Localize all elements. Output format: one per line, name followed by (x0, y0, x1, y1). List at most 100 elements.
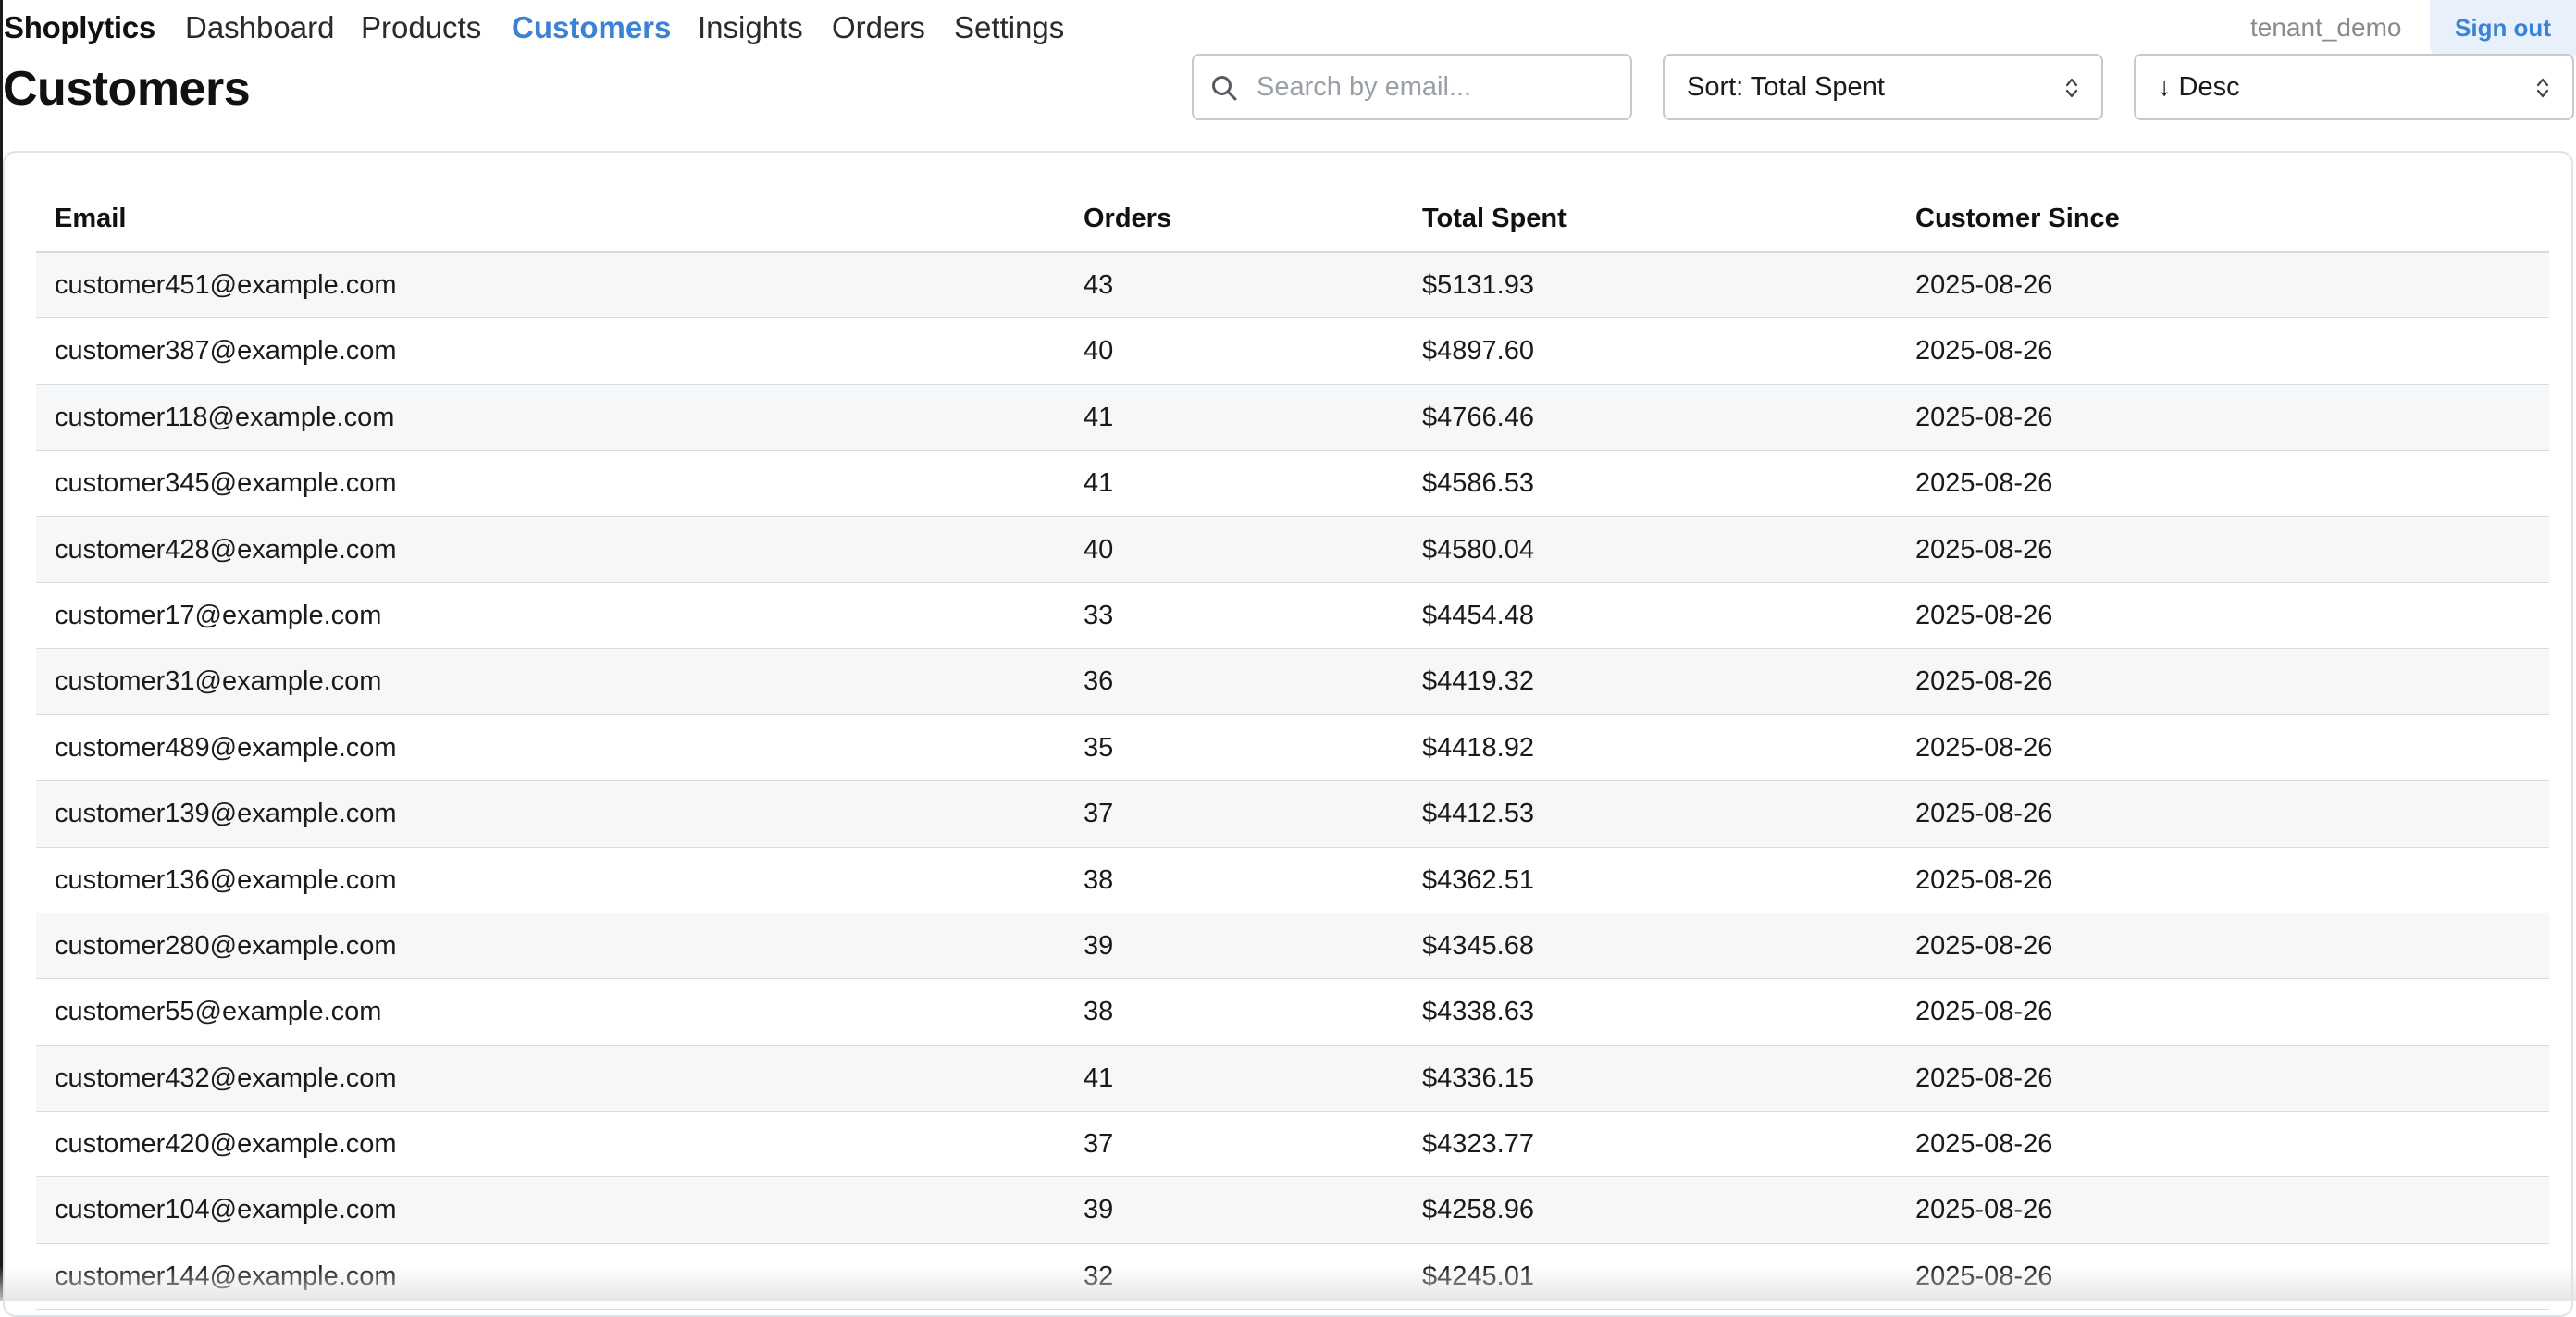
cell-orders: 38 (1084, 864, 1114, 895)
cell-email: customer451@example.com (55, 270, 397, 300)
cell-email: customer55@example.com (55, 997, 382, 1027)
cell-customer-since: 2025-08-26 (1915, 1129, 2053, 1160)
cell-orders: 32 (1084, 1261, 1114, 1291)
search-box[interactable] (1192, 54, 1632, 120)
table-row[interactable]: customer139@example.com 37 $4412.53 2025-08… (36, 781, 2549, 848)
cell-orders: 41 (1084, 1062, 1114, 1093)
sort-select[interactable]: Sort: Total Spent (1663, 54, 2103, 120)
table-row[interactable]: customer428@example.com 40 $4580.04 2025-08… (36, 516, 2549, 583)
table-row[interactable]: customer31@example.com 36 $4419.32 2025-08-… (36, 649, 2549, 715)
cell-customer-since: 2025-08-26 (1915, 336, 2053, 367)
table-row[interactable]: customer55@example.com 38 $4338.63 2025-08-… (36, 979, 2549, 1046)
nav-link-insights[interactable]: Insights (698, 7, 803, 48)
cell-total-spent: $4766.46 (1422, 402, 1534, 432)
cell-customer-since: 2025-08-26 (1915, 402, 2053, 432)
cell-customer-since: 2025-08-26 (1915, 732, 2053, 763)
cell-orders: 43 (1084, 270, 1114, 300)
nav-link-settings[interactable]: Settings (954, 7, 1064, 48)
cell-email: customer104@example.com (55, 1195, 397, 1225)
table-row[interactable]: customer489@example.com 35 $4418.92 2025-08… (36, 715, 2549, 782)
cell-customer-since: 2025-08-26 (1915, 534, 2053, 565)
cell-orders: 41 (1084, 468, 1114, 499)
cell-total-spent: $4586.53 (1422, 468, 1534, 499)
cell-email: customer489@example.com (55, 732, 397, 763)
cell-customer-since: 2025-08-26 (1915, 1062, 2053, 1093)
table-row[interactable]: customer104@example.com 39 $4258.96 2025-08… (36, 1177, 2549, 1244)
cell-customer-since: 2025-08-26 (1915, 997, 2053, 1027)
search-input[interactable] (1257, 63, 1617, 111)
cell-customer-since: 2025-08-26 (1915, 799, 2053, 829)
cell-orders: 36 (1084, 666, 1114, 697)
customers-table-card: Email Orders Total Spent Customer Since … (3, 151, 2573, 1317)
cell-orders: 41 (1084, 402, 1114, 432)
nav-link-dashboard[interactable]: Dashboard (185, 7, 334, 48)
nav-link-products[interactable]: Products (361, 7, 481, 48)
cell-total-spent: $4245.01 (1422, 1261, 1534, 1291)
cell-total-spent: $4419.32 (1422, 666, 1534, 697)
cell-customer-since: 2025-08-26 (1915, 270, 2053, 300)
cell-total-spent: $4580.04 (1422, 534, 1534, 565)
cell-orders: 33 (1084, 600, 1114, 630)
cell-total-spent: $4345.68 (1422, 930, 1534, 961)
table-row[interactable]: customer17@example.com 33 $4454.48 2025-08-… (36, 583, 2549, 650)
cell-customer-since: 2025-08-26 (1915, 468, 2053, 499)
table-row[interactable]: customer451@example.com 43 $5131.93 2025-08… (36, 253, 2549, 319)
cell-total-spent: $5131.93 (1422, 270, 1534, 300)
cell-orders: 37 (1084, 1129, 1114, 1160)
table-body: customer451@example.com 43 $5131.93 2025-08… (36, 253, 2549, 1311)
column-header-orders[interactable]: Orders (1084, 186, 1171, 251)
cell-orders: 40 (1084, 336, 1114, 367)
select-chevron-icon (2065, 78, 2078, 98)
cell-total-spent: $4336.15 (1422, 1062, 1534, 1093)
column-header-total-spent[interactable]: Total Spent (1422, 186, 1567, 251)
sign-out-button[interactable]: Sign out (2430, 0, 2576, 56)
table-row[interactable]: customer345@example.com 41 $4586.53 2025-08… (36, 451, 2549, 517)
table-row[interactable]: customer432@example.com 41 $4336.15 2025-08… (36, 1045, 2549, 1112)
table-row[interactable]: customer136@example.com 38 $4362.51 2025-08… (36, 848, 2549, 913)
search-icon (1212, 76, 1237, 101)
column-header-customer-since[interactable]: Customer Since (1915, 186, 2120, 251)
cell-orders: 38 (1084, 997, 1114, 1027)
cell-customer-since: 2025-08-26 (1915, 864, 2053, 895)
table-row[interactable]: customer420@example.com 37 $4323.77 2025-08… (36, 1112, 2549, 1178)
cell-email: customer420@example.com (55, 1129, 397, 1160)
cell-email: customer432@example.com (55, 1062, 397, 1093)
table-row[interactable]: customer280@example.com 39 $4345.68 2025-08… (36, 913, 2549, 980)
cell-orders: 35 (1084, 732, 1114, 763)
select-chevron-icon (2536, 78, 2549, 98)
tenant-name: tenant_demo (2250, 13, 2402, 42)
table-row[interactable]: customer144@example.com 32 $4245.01 2025-08… (36, 1244, 2549, 1311)
cell-orders: 39 (1084, 1195, 1114, 1225)
cell-total-spent: $4412.53 (1422, 799, 1534, 829)
cell-customer-since: 2025-08-26 (1915, 666, 2053, 697)
cell-email: customer280@example.com (55, 930, 397, 961)
nav-link-orders[interactable]: Orders (832, 7, 925, 48)
cell-email: customer428@example.com (55, 534, 397, 565)
cell-email: customer118@example.com (55, 402, 395, 432)
cell-total-spent: $4323.77 (1422, 1129, 1534, 1160)
nav-link-customers[interactable]: Customers (512, 7, 671, 48)
table-header: Email Orders Total Spent Customer Since (36, 186, 2549, 253)
customers-table: Email Orders Total Spent Customer Since … (36, 186, 2549, 1311)
cell-total-spent: $4362.51 (1422, 864, 1534, 895)
table-row[interactable]: customer118@example.com 41 $4766.46 2025-08… (36, 384, 2549, 452)
cell-customer-since: 2025-08-26 (1915, 930, 2053, 961)
cell-email: customer144@example.com (55, 1261, 397, 1291)
cell-email: customer17@example.com (55, 600, 382, 630)
cell-customer-since: 2025-08-26 (1915, 1195, 2053, 1225)
cell-orders: 37 (1084, 799, 1114, 829)
brand-logo[interactable]: Shoplytics (4, 7, 155, 48)
cell-total-spent: $4454.48 (1422, 600, 1534, 630)
table-row[interactable]: customer387@example.com 40 $4897.60 2025-08… (36, 318, 2549, 385)
cell-email: customer387@example.com (55, 336, 397, 367)
cell-orders: 39 (1084, 930, 1114, 961)
cell-email: customer345@example.com (55, 468, 397, 499)
order-select[interactable]: ↓ Desc (2134, 54, 2574, 120)
column-header-email[interactable]: Email (55, 186, 126, 251)
top-nav: Shoplytics Dashboard Products Customers … (0, 0, 2576, 56)
cell-orders: 40 (1084, 534, 1114, 565)
order-select-label: ↓ Desc (2158, 72, 2240, 102)
cell-email: customer136@example.com (55, 864, 397, 895)
cell-total-spent: $4418.92 (1422, 732, 1534, 763)
sort-select-label: Sort: Total Spent (1687, 72, 1885, 102)
